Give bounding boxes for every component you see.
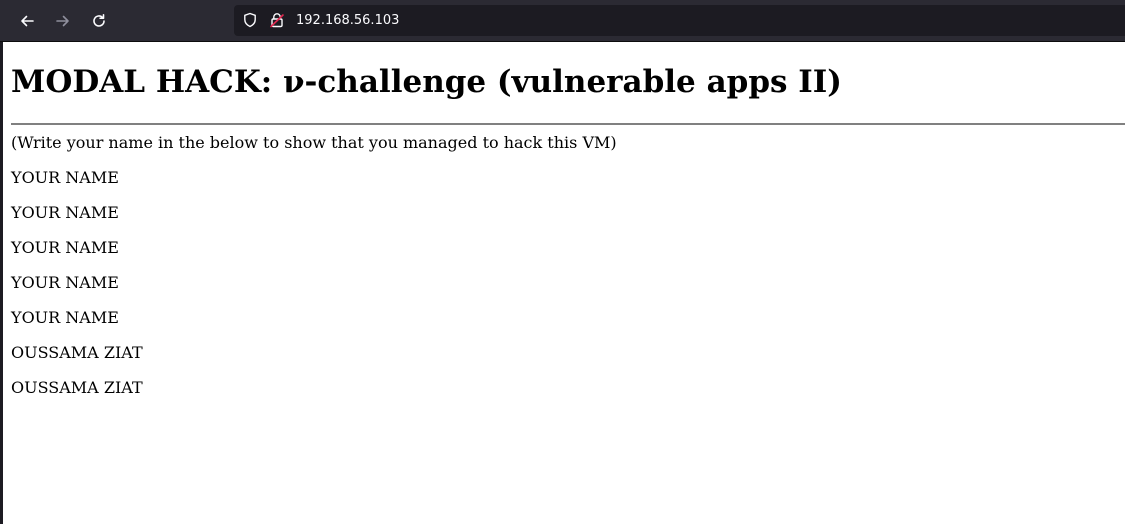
page-title: MODAL HACK: ν-challenge (vulnerable apps… bbox=[11, 64, 842, 100]
name-entry: YOUR NAME bbox=[11, 203, 119, 222]
name-entry: YOUR NAME bbox=[11, 238, 119, 257]
name-entry: OUSSAMA ZIAT bbox=[11, 343, 143, 362]
instruction-text: (Write your name in the below to show th… bbox=[11, 133, 617, 152]
arrow-right-icon bbox=[56, 15, 69, 27]
url-bar[interactable]: 192.168.56.103 bbox=[234, 5, 1125, 36]
page-content: MODAL HACK: ν-challenge (vulnerable apps… bbox=[3, 42, 1125, 524]
arrow-left-icon bbox=[21, 15, 34, 27]
url-text[interactable]: 192.168.56.103 bbox=[296, 12, 399, 29]
shield-icon[interactable] bbox=[242, 12, 258, 28]
reload-icon bbox=[93, 14, 105, 27]
name-entry: YOUR NAME bbox=[11, 273, 119, 292]
name-entry: YOUR NAME bbox=[11, 168, 119, 187]
forward-button[interactable] bbox=[49, 7, 77, 35]
name-entry: OUSSAMA ZIAT bbox=[11, 378, 143, 397]
title-divider bbox=[11, 123, 1125, 125]
reload-button[interactable] bbox=[85, 7, 113, 35]
back-button[interactable] bbox=[13, 7, 41, 35]
insecure-lock-icon[interactable] bbox=[269, 12, 285, 28]
browser-toolbar: 192.168.56.103 bbox=[0, 0, 1125, 42]
name-entry: YOUR NAME bbox=[11, 308, 119, 327]
